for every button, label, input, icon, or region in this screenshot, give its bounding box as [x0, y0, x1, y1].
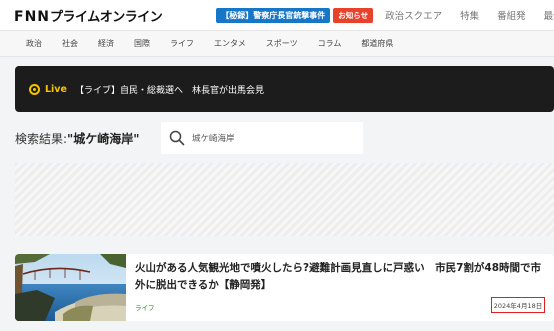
article-date: 2024年4月18日: [491, 297, 545, 313]
article-card[interactable]: 火山がある人気観光地で噴火したら?避難計画見直しに戸惑い 市民7割が48時間で市…: [15, 254, 554, 321]
category-international[interactable]: 国際: [134, 38, 150, 49]
top-nav-item-politics-square[interactable]: 政治スクエア: [385, 8, 442, 22]
search-box[interactable]: [161, 122, 363, 154]
search-result-term: "城ケ崎海岸": [67, 131, 140, 146]
article-title[interactable]: 火山がある人気観光地で噴火したら?避難計画見直しに戸惑い 市民7割が48時間で市…: [135, 260, 547, 294]
top-nav-item-features[interactable]: 特集: [460, 8, 479, 22]
site-logo[interactable]: FNNプライムオンライン: [14, 6, 163, 25]
live-label: Live: [45, 83, 67, 95]
ad-placeholder: [15, 163, 554, 236]
category-life[interactable]: ライフ: [170, 38, 194, 49]
search-result-label: 検索結果:: [15, 131, 68, 146]
top-nav-item-latest[interactable]: 最新ニ: [544, 8, 554, 22]
notice-badge[interactable]: お知らせ: [333, 7, 374, 23]
search-input[interactable]: [192, 133, 352, 143]
logo-prefix: FNN: [14, 8, 50, 25]
category-prefectures[interactable]: 都道府県: [361, 38, 393, 49]
breaking-news-badge[interactable]: 【秘録】警察庁長官銃撃事件: [216, 7, 331, 23]
site-header: FNNプライムオンライン 【秘録】警察庁長官銃撃事件 お知らせ 政治スクエア 特…: [0, 0, 554, 30]
category-politics[interactable]: 政治: [26, 38, 42, 49]
article-category[interactable]: ライフ: [135, 302, 155, 312]
category-sports[interactable]: スポーツ: [266, 38, 298, 49]
logo-suffix: プライムオンライン: [50, 9, 163, 25]
category-column[interactable]: コラム: [318, 38, 342, 49]
search-section: 検索結果: "城ケ崎海岸": [15, 122, 363, 154]
category-society[interactable]: 社会: [62, 38, 78, 49]
category-economy[interactable]: 経済: [98, 38, 114, 49]
article-thumbnail[interactable]: [15, 254, 126, 321]
live-headline: 【ライブ】自民・総裁選へ 林長官が出馬会見: [74, 85, 264, 96]
search-icon[interactable]: [169, 130, 185, 146]
top-nav: 政治スクエア 特集 番組発 最新ニ: [385, 8, 554, 22]
live-icon: [29, 83, 40, 95]
category-nav: 政治 社会 経済 国際 ライフ エンタメ スポーツ コラム 都道府県: [0, 30, 554, 57]
top-nav-item-programs[interactable]: 番組発: [497, 8, 526, 22]
live-banner[interactable]: Live 【ライブ】自民・総裁選へ 林長官が出馬会見: [15, 66, 554, 112]
category-entertainment[interactable]: エンタメ: [214, 38, 246, 49]
